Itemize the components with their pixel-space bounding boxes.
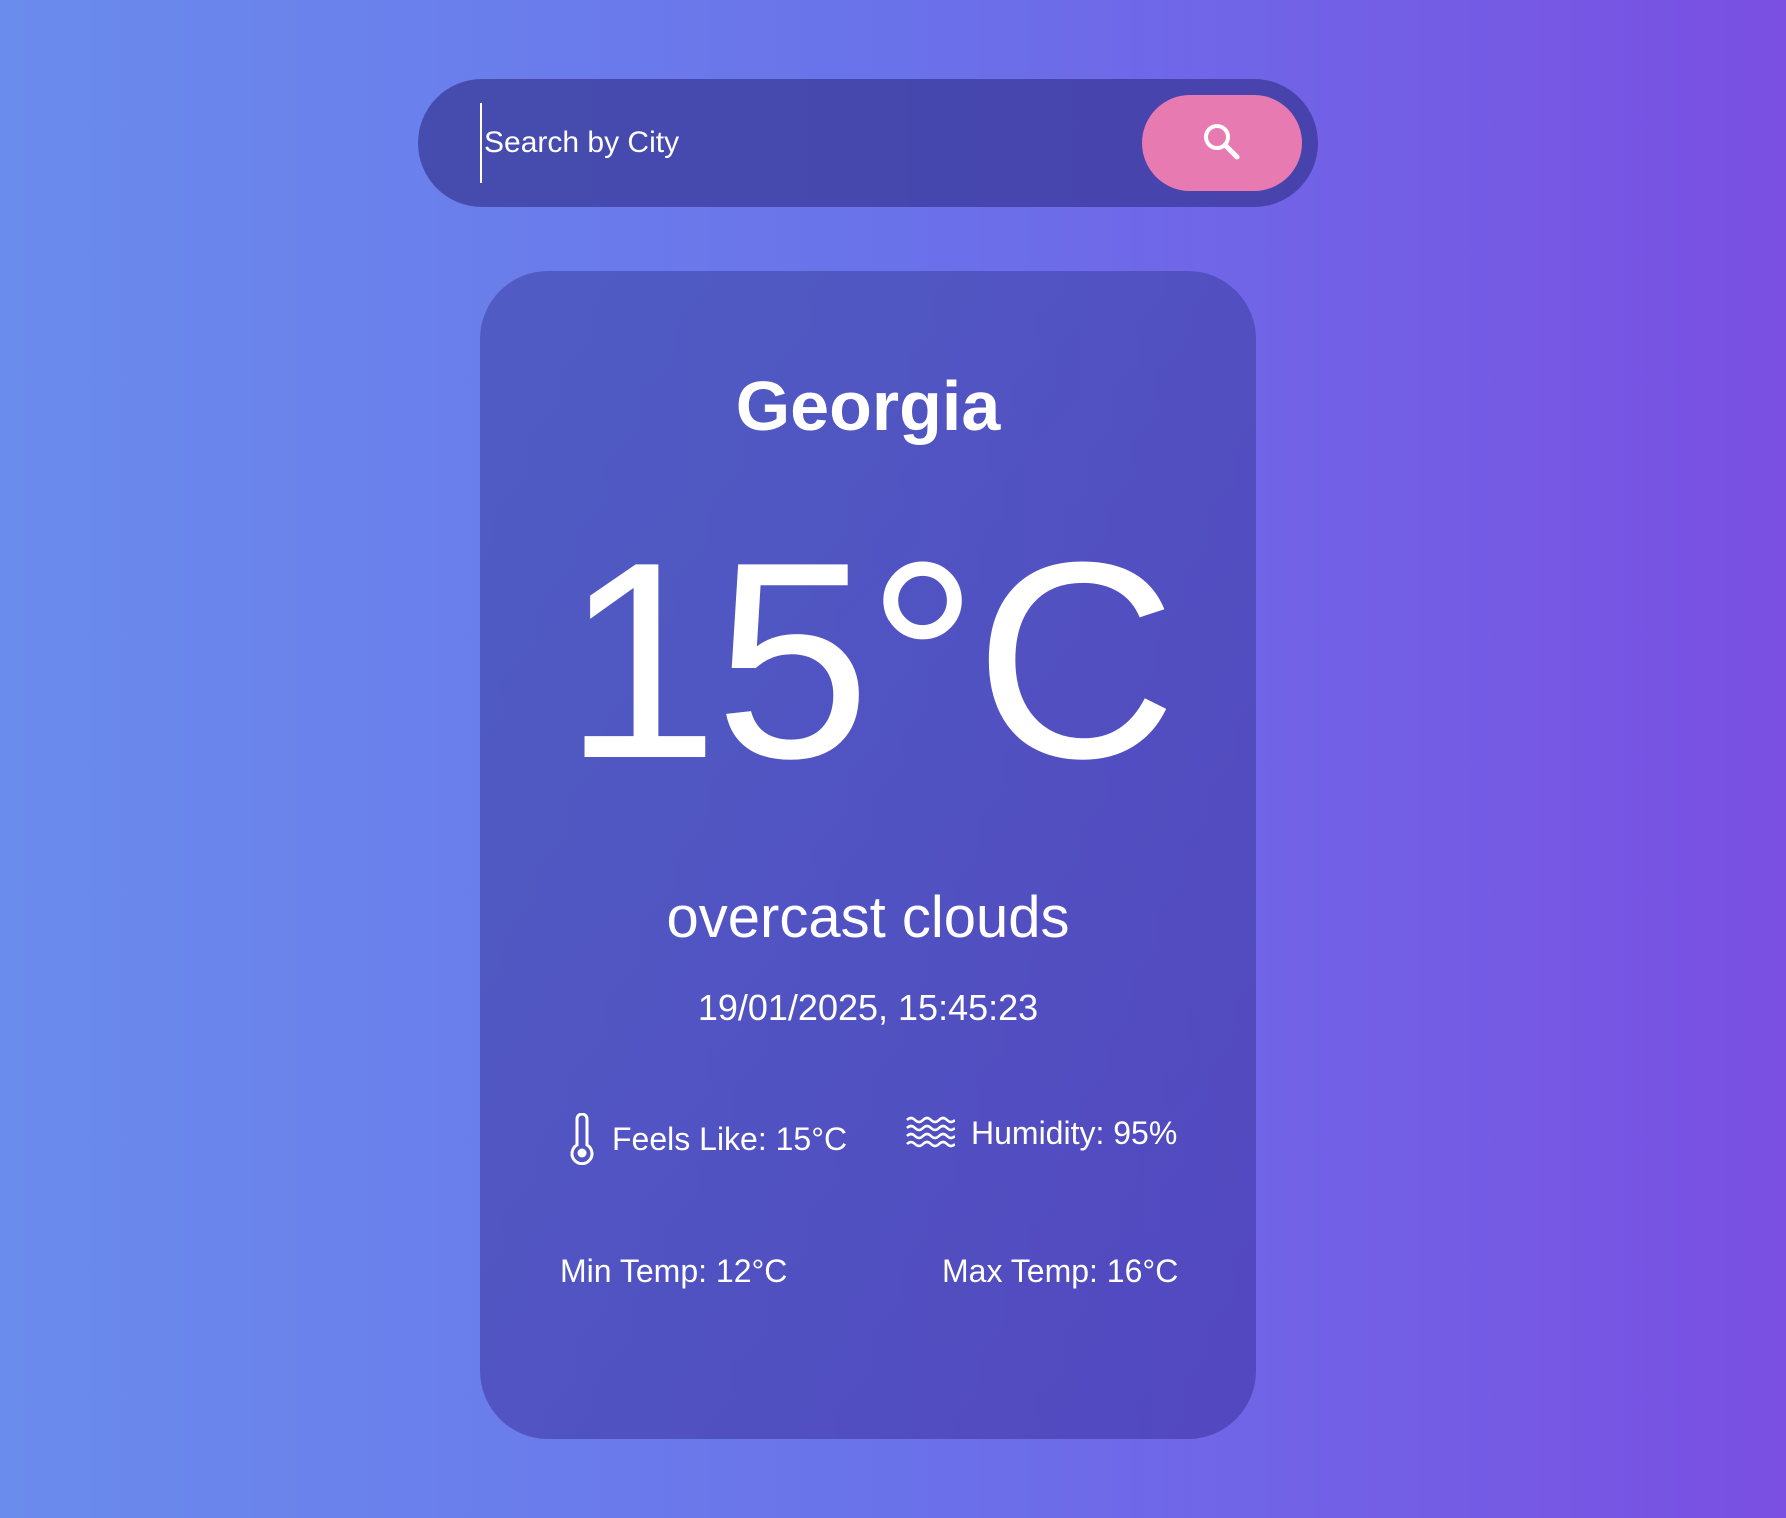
current-temperature: 15°C xyxy=(563,505,1177,817)
city-name: Georgia xyxy=(735,367,1001,445)
search-input[interactable] xyxy=(480,103,1084,183)
search-bar xyxy=(418,79,1318,207)
search-icon xyxy=(1200,120,1244,167)
weather-description: overcast clouds xyxy=(666,885,1070,950)
min-temp: Min Temp: 12°C xyxy=(560,1253,788,1289)
max-temp: Max Temp: 16°C xyxy=(942,1253,1179,1289)
humidity-waves-icon xyxy=(905,1115,955,1151)
thermometer-icon xyxy=(568,1113,596,1165)
weather-card: Georgia 15°C overcast clouds 19/01/2025,… xyxy=(480,271,1256,1439)
feels-like: Feels Like: 15°C xyxy=(568,1113,847,1165)
date-time: 19/01/2025, 15:45:23 xyxy=(697,987,1039,1028)
search-button[interactable] xyxy=(1142,95,1302,191)
humidity-text: Humidity: 95% xyxy=(971,1115,1178,1151)
feels-like-text: Feels Like: 15°C xyxy=(612,1121,848,1157)
humidity: Humidity: 95% xyxy=(905,1113,1177,1153)
